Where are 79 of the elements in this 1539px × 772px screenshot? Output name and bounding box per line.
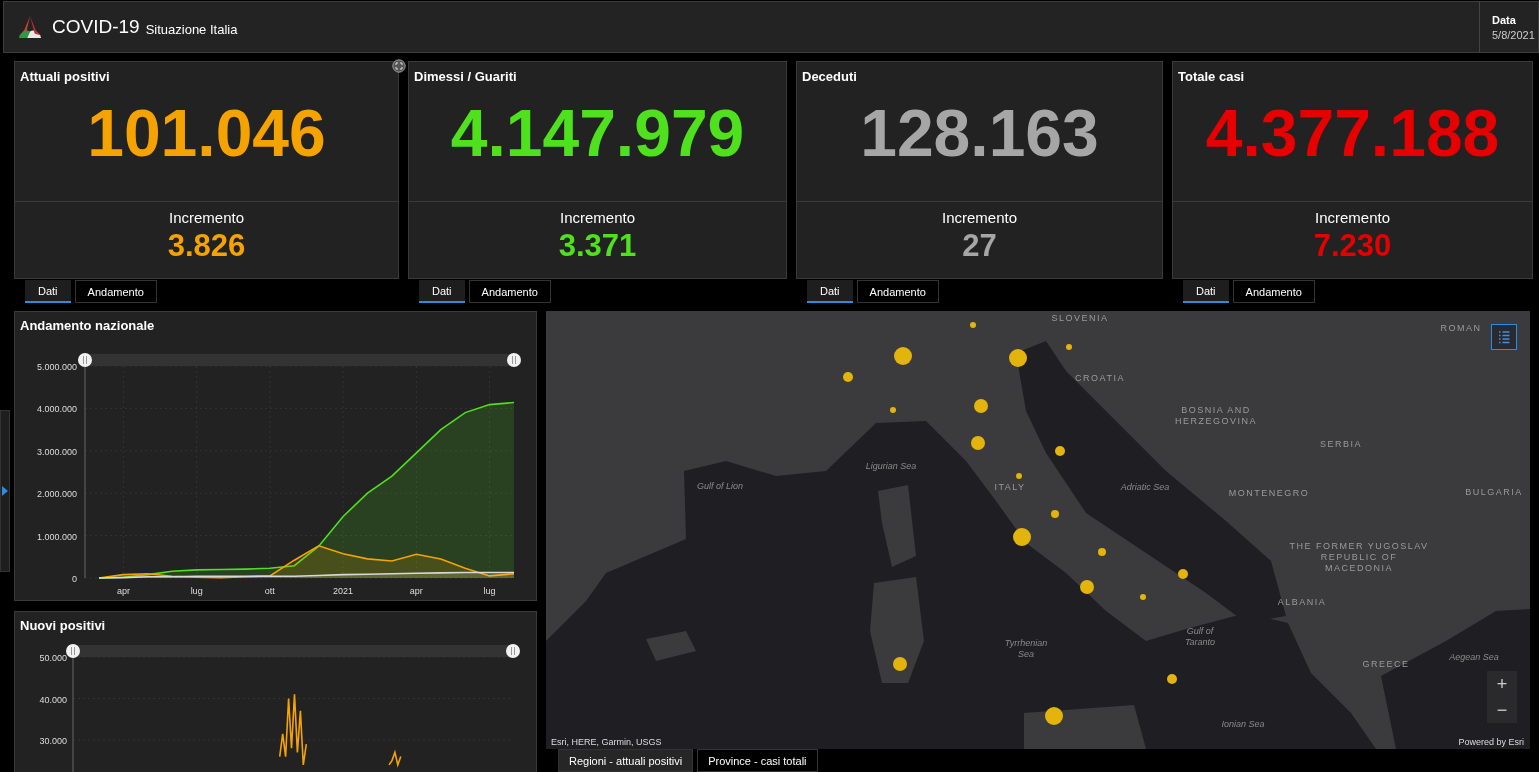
- increment-value: 3.826: [167, 228, 246, 264]
- map-label: THE FORMER YUGOSLAV REPUBLIC OF MACEDONIA: [1289, 541, 1429, 574]
- view-tab[interactable]: Andamento: [74, 280, 157, 303]
- axis-tick-label: apr: [409, 585, 423, 596]
- axis-tick-label: ott: [264, 585, 275, 596]
- zoom-out-button[interactable]: −: [1487, 697, 1517, 723]
- map-label: SLOVENIA: [1051, 313, 1109, 324]
- axis-tick-label: 50.000: [39, 653, 67, 663]
- total-value: 4.147.979: [449, 100, 746, 166]
- increment-label: Incremento: [941, 209, 1017, 226]
- legend-button[interactable]: [1491, 324, 1517, 350]
- map-label: Ligurian Sea: [865, 461, 917, 472]
- increment-label: Incremento: [168, 209, 244, 226]
- date-label: Data: [1492, 13, 1517, 26]
- map-label: ALBANIA: [1277, 597, 1327, 608]
- date-value: 5/8/2021: [1492, 28, 1536, 41]
- view-tab[interactable]: Dati: [25, 280, 71, 303]
- view-tab[interactable]: Dati: [1183, 280, 1229, 303]
- layer-tab[interactable]: Regioni - attuali positivi: [558, 749, 694, 772]
- layer-tab[interactable]: Province - casi totali: [697, 749, 818, 772]
- card-title: Attuali positivi: [19, 68, 111, 84]
- view-tab[interactable]: Andamento: [468, 280, 551, 303]
- map-label: Tyrrhenian Sea: [1004, 638, 1048, 660]
- increment-value: 27: [962, 228, 997, 264]
- axis-tick-label: lug: [190, 585, 203, 596]
- axis-tick-label: 2021: [333, 585, 354, 596]
- card-title: Deceduti: [801, 68, 858, 84]
- axis-tick-label: 2.000.000: [36, 489, 77, 500]
- app-title: COVID-19: [52, 16, 140, 38]
- axis-tick-label: 40.000: [39, 694, 67, 705]
- map-label: Ionian Sea: [1221, 719, 1265, 730]
- logo-icon: [16, 15, 44, 39]
- map-label: GREECE: [1362, 659, 1410, 670]
- map-label: BULGARIA: [1465, 487, 1523, 498]
- increment-label: Incremento: [1314, 209, 1390, 226]
- axis-tick-label: apr: [116, 585, 130, 596]
- increment-value: 7.230: [1313, 228, 1392, 264]
- view-tab[interactable]: Dati: [419, 280, 465, 303]
- axis-tick-label: 30.000: [39, 736, 67, 746]
- axis-tick-label: 0: [72, 573, 77, 584]
- expand-icon[interactable]: [392, 59, 406, 73]
- slider-handle[interactable]: [66, 644, 80, 658]
- map-label: Gulf of Taranto: [1184, 626, 1216, 648]
- total-value: 128.163: [859, 100, 1100, 166]
- zoom-in-button[interactable]: +: [1487, 671, 1517, 697]
- view-tab[interactable]: Andamento: [1232, 280, 1315, 303]
- panel-title: Andamento nazionale: [19, 317, 156, 335]
- map-label: MONTENEGRO: [1228, 488, 1310, 499]
- axis-tick-label: lug: [483, 585, 496, 596]
- map-label: BOSNIA AND HERZEGOVINA: [1175, 405, 1257, 427]
- axis-tick-label: 4.000.000: [36, 404, 77, 415]
- card-title: Totale casi: [1177, 68, 1246, 84]
- map-attribution: Esri, HERE, Garmin, USGS: [551, 737, 662, 747]
- axis-tick-label: 3.000.000: [36, 446, 77, 457]
- map-label: Aegean Sea: [1449, 652, 1499, 663]
- map-label: CROATIA: [1075, 373, 1125, 384]
- increment-value: 3.371: [558, 228, 637, 264]
- map-label: Gulf of Lion: [697, 481, 743, 492]
- arrow-icon: [2, 486, 8, 496]
- slider-handle[interactable]: [507, 352, 521, 367]
- slider-handle[interactable]: [506, 644, 520, 658]
- slider-handle[interactable]: [78, 352, 92, 367]
- card-title: Dimessi / Guariti: [413, 68, 518, 84]
- map-label: Adriatic Sea: [1120, 482, 1170, 493]
- view-tab[interactable]: Dati: [807, 280, 853, 303]
- powered-by-text: Powered by Esri: [1458, 737, 1524, 747]
- map-label: SERBIA: [1320, 439, 1362, 450]
- axis-tick-label: 1.000.000: [36, 531, 77, 542]
- panel-title: Nuovi positivi: [19, 617, 107, 633]
- total-value: 4.377.188: [1204, 100, 1501, 166]
- increment-label: Incremento: [559, 209, 635, 226]
- axis-tick-label: 5.000.000: [36, 361, 77, 372]
- app-subtitle: Situazione Italia: [145, 21, 238, 37]
- sidebar-toggle[interactable]: [0, 410, 10, 572]
- view-tab[interactable]: Andamento: [856, 280, 939, 303]
- map-label: ROMAN: [1440, 323, 1482, 334]
- map-label: ITALY: [994, 482, 1026, 493]
- total-value: 101.046: [86, 100, 327, 166]
- list-icon: [1497, 330, 1511, 344]
